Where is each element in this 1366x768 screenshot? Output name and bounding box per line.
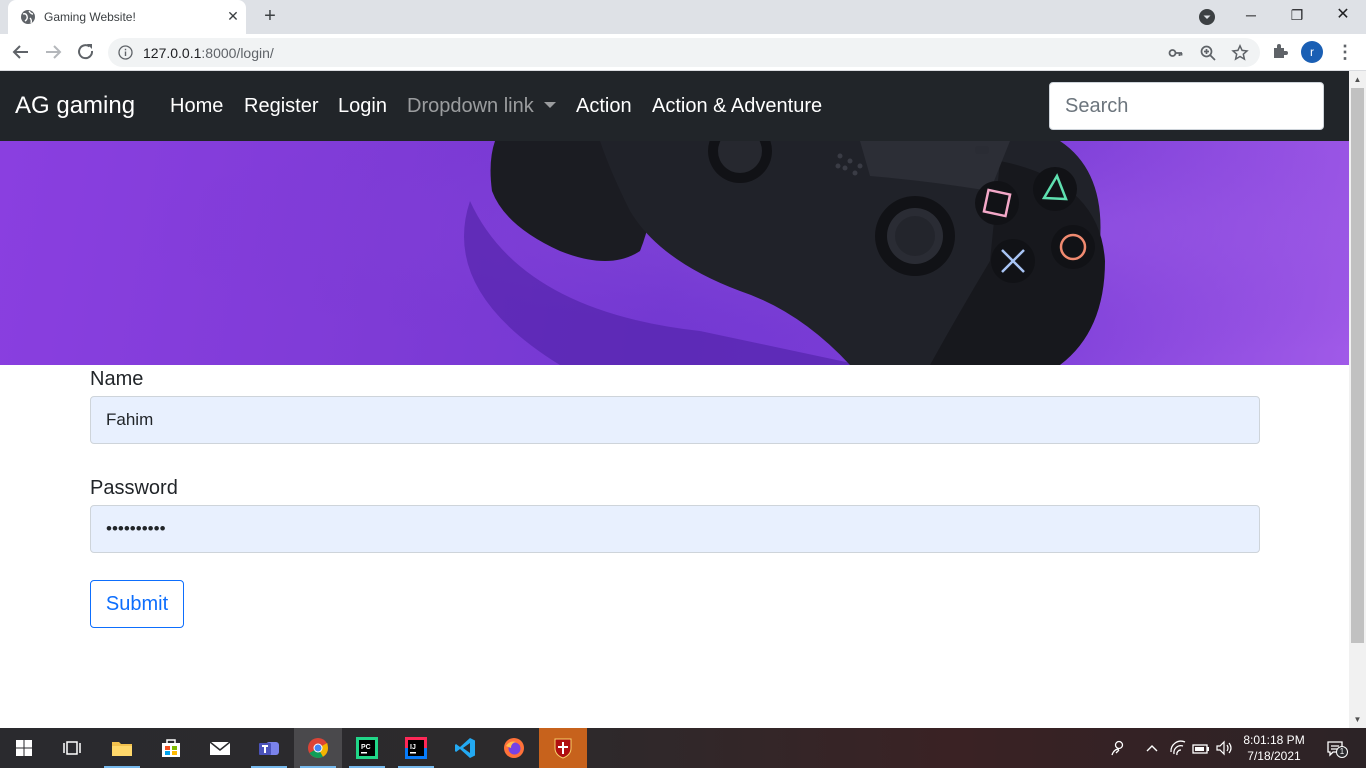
taskbar-pycharm[interactable]: PC: [343, 728, 391, 768]
wifi-icon[interactable]: [1168, 738, 1188, 758]
reload-icon[interactable]: [73, 39, 99, 65]
nav-link-action[interactable]: Action: [576, 95, 632, 118]
browser-menu-icon[interactable]: ⋮: [1336, 41, 1354, 63]
nav-dropdown-label: Dropdown link: [407, 95, 534, 117]
volume-icon[interactable]: [1214, 738, 1234, 758]
taskbar-chrome[interactable]: [294, 728, 342, 768]
caret-down-icon: [543, 101, 556, 108]
taskbar-vscode[interactable]: [441, 728, 489, 768]
teams-icon: [259, 742, 279, 755]
hero-banner: [0, 141, 1349, 365]
url-host: 127.0.0.1: [143, 45, 202, 61]
svg-text:IJ: IJ: [410, 744, 416, 751]
taskbar-teams[interactable]: [245, 728, 293, 768]
firefox-icon: [504, 738, 524, 758]
name-label: Name: [90, 368, 144, 390]
nav-link-register[interactable]: Register: [244, 95, 318, 118]
taskbar-mail[interactable]: [196, 728, 244, 768]
scrollbar-thumb[interactable]: [1351, 88, 1364, 643]
chrome-icon: [308, 738, 329, 758]
pycharm-icon: PC: [356, 737, 378, 759]
nav-link-login[interactable]: Login: [338, 95, 387, 118]
address-bar[interactable]: 127.0.0.1:8000/login/: [108, 38, 1260, 67]
task-view-button[interactable]: [48, 728, 96, 768]
site-info-icon[interactable]: [118, 45, 133, 60]
task-view-icon: [63, 741, 81, 755]
bookmark-star-icon[interactable]: [1231, 44, 1249, 62]
new-tab-button[interactable]: +: [258, 4, 282, 28]
scroll-down-icon[interactable]: ▼: [1349, 711, 1366, 728]
browser-tab[interactable]: Gaming Website! ✕: [8, 0, 246, 34]
windows-taskbar: PC IJ 8:01:18 PM 7/18/2021 1: [0, 728, 1366, 768]
shield-app-icon: [554, 738, 572, 759]
site-navbar: AG gaming Home Register Login Dropdown l…: [0, 71, 1349, 141]
url-text: 127.0.0.1:8000/login/: [143, 45, 274, 61]
clock-date: 7/18/2021: [1247, 749, 1301, 763]
password-input[interactable]: [90, 505, 1260, 553]
name-input[interactable]: [90, 396, 1260, 444]
close-window-button[interactable]: ✕: [1320, 0, 1366, 32]
page-viewport: AG gaming Home Register Login Dropdown l…: [0, 71, 1349, 728]
password-label: Password: [90, 477, 178, 499]
taskbar-file-explorer[interactable]: [98, 728, 146, 768]
extensions-puzzle-icon[interactable]: [1271, 42, 1289, 60]
taskbar-firefox[interactable]: [490, 728, 538, 768]
people-icon[interactable]: [1108, 738, 1128, 758]
minimize-button[interactable]: ─: [1228, 0, 1274, 32]
back-icon[interactable]: [8, 39, 34, 65]
submit-button[interactable]: Submit: [90, 580, 184, 628]
start-button[interactable]: [0, 728, 48, 768]
folder-icon: [112, 742, 132, 756]
site-brand[interactable]: AG gaming: [15, 92, 135, 120]
tab-search-icon[interactable]: [1198, 8, 1216, 26]
restore-button[interactable]: ❐: [1274, 0, 1320, 32]
tab-close-button[interactable]: ✕: [224, 7, 242, 25]
windows-logo-icon: [16, 740, 32, 756]
nav-link-home[interactable]: Home: [170, 95, 223, 118]
taskbar-intellij[interactable]: IJ: [392, 728, 440, 768]
browser-toolbar: 127.0.0.1:8000/login/ r ⋮: [0, 34, 1366, 71]
gamepad-image: [0, 141, 1349, 365]
site-search-input[interactable]: [1049, 82, 1324, 130]
key-icon[interactable]: [1167, 44, 1185, 62]
login-form: Name Password Submit: [90, 368, 1260, 628]
system-clock[interactable]: 8:01:18 PM 7/18/2021: [1238, 732, 1310, 764]
scroll-up-icon[interactable]: ▲: [1349, 71, 1366, 88]
notification-count-badge: 1: [1336, 746, 1348, 758]
zoom-icon[interactable]: [1199, 44, 1217, 62]
clock-time: 8:01:18 PM: [1243, 733, 1305, 747]
globe-icon: [21, 10, 35, 24]
battery-icon[interactable]: [1191, 738, 1211, 758]
vscode-icon: [455, 738, 475, 758]
taskbar-store[interactable]: [147, 728, 195, 768]
tab-strip: Gaming Website! ✕ + ─ ❐ ✕: [0, 0, 1366, 34]
svg-text:PC: PC: [361, 744, 371, 751]
forward-icon[interactable]: [40, 39, 66, 65]
page-scrollbar[interactable]: ▲ ▼: [1349, 71, 1366, 728]
taskbar-game-app[interactable]: [539, 728, 587, 768]
store-bag-icon: [162, 739, 180, 757]
profile-avatar[interactable]: r: [1301, 41, 1323, 63]
tab-title: Gaming Website!: [44, 10, 136, 24]
notification-center-button[interactable]: 1: [1322, 738, 1348, 758]
mail-icon: [209, 741, 231, 755]
nav-link-action-adventure[interactable]: Action & Adventure: [652, 95, 822, 118]
chevron-up-icon[interactable]: [1142, 738, 1162, 758]
nav-dropdown-toggle[interactable]: Dropdown link: [407, 95, 556, 118]
url-path: :8000/login/: [201, 45, 274, 61]
intellij-icon: IJ: [405, 737, 427, 759]
